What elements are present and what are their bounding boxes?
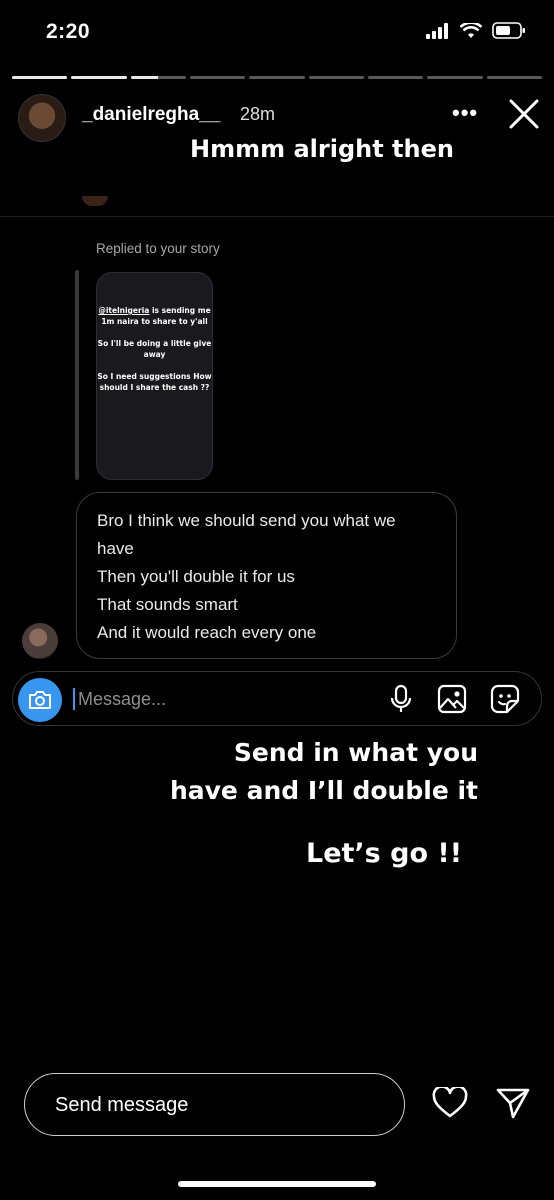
message-bubble[interactable]: Bro I think we should send you what we h… — [76, 492, 457, 659]
message-line: And it would reach every one — [97, 623, 317, 642]
story-preview-line3: So I need suggestions How should I share… — [97, 372, 212, 392]
story-progress-segment — [367, 76, 424, 79]
message-input[interactable] — [78, 686, 368, 712]
story-username[interactable]: _danielregha__ — [82, 104, 220, 126]
story-overlay-text-bottom: Let’s go !! — [306, 838, 463, 869]
status-icons — [426, 22, 526, 39]
story-overlay-text-middle: Send in what you have and I’ll double it — [169, 738, 478, 805]
status-time: 2:20 — [46, 20, 91, 43]
story-progress-segment — [130, 76, 186, 79]
quote-line — [75, 270, 79, 480]
message-line: That sounds smart — [97, 595, 238, 614]
mention-link[interactable]: @itelnigeria — [98, 306, 149, 315]
story-timestamp: 28m — [240, 104, 276, 124]
story-progress-segment — [486, 76, 542, 79]
story-progress-bar — [12, 76, 542, 79]
message-line: Then you'll double it for us — [97, 567, 295, 586]
share-icon[interactable] — [496, 1087, 530, 1119]
story-progress-fill — [130, 76, 159, 79]
story-preview-thumbnail[interactable]: @itelnigeria is sending me 1m naira to s… — [96, 272, 213, 480]
signal-icon — [426, 22, 448, 39]
story-progress-segment — [12, 76, 68, 79]
wifi-icon — [460, 22, 482, 38]
story-progress-segment — [189, 76, 246, 79]
story-progress-fill — [12, 76, 68, 79]
microphone-button[interactable] — [384, 682, 418, 716]
battery-icon — [492, 22, 525, 39]
message-line: Bro I think we should send you what we — [97, 511, 396, 530]
microphone-icon — [390, 684, 412, 712]
story-progress-segment — [71, 76, 127, 79]
text-caret — [73, 688, 75, 710]
gallery-button[interactable] — [435, 682, 469, 716]
partial-avatar — [82, 196, 108, 206]
sticker-button[interactable] — [488, 682, 522, 716]
camera-button[interactable] — [18, 678, 62, 722]
sender-avatar[interactable] — [22, 623, 58, 659]
gallery-icon — [437, 684, 467, 714]
divider — [0, 216, 554, 217]
story-overlay-text-top: Hmmm alright then — [190, 135, 454, 163]
story-preview-line2: So I'll be doing a little give away — [97, 339, 212, 359]
story-progress-segment — [427, 76, 483, 79]
story-progress-segment — [308, 76, 364, 79]
sticker-icon — [490, 684, 520, 714]
avatar[interactable] — [18, 94, 66, 142]
replied-to-story-label: Replied to your story — [96, 241, 220, 256]
home-indicator[interactable] — [178, 1181, 376, 1187]
close-icon[interactable] — [508, 98, 540, 130]
more-options-icon[interactable]: ••• — [452, 100, 478, 126]
story-progress-segment — [249, 76, 305, 79]
send-message-label: Send message — [55, 1094, 189, 1116]
story-progress-fill — [71, 76, 127, 79]
camera-icon — [29, 691, 51, 709]
heart-icon[interactable] — [432, 1087, 468, 1119]
message-line: have — [97, 539, 134, 558]
